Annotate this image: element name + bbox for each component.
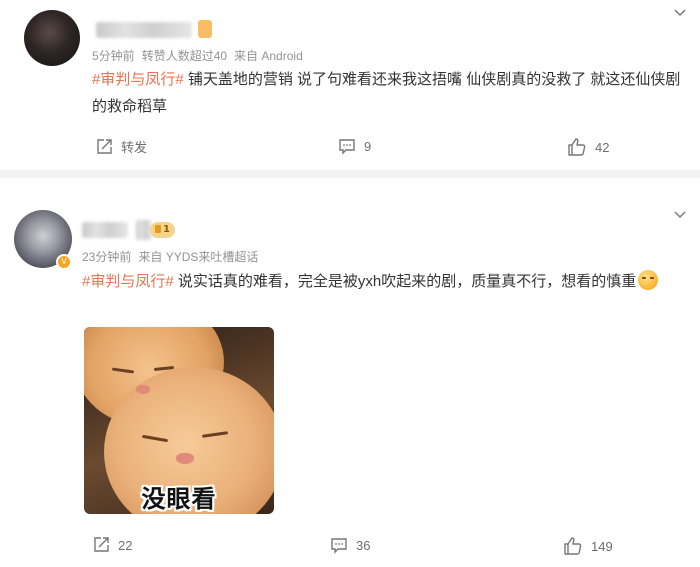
smirk-emoji-icon xyxy=(638,270,659,290)
repost-button[interactable]: 22 xyxy=(92,536,132,554)
cat-nose xyxy=(136,385,150,394)
comment-count: 36 xyxy=(356,537,371,553)
cat-nose xyxy=(176,453,194,464)
post-time: 5分钟前 xyxy=(92,49,135,63)
chevron-down-icon[interactable] xyxy=(673,208,687,222)
like-button[interactable]: 149 xyxy=(563,536,613,556)
post-body: 说实话真的难看，完全是被yxh吹起来的剧，质量真不行，想看的慎重 xyxy=(173,273,637,290)
level-badge: 1 xyxy=(150,222,175,238)
post-text: #审判与凤行# 铺天盖地的营销 说了句难看还来我这捂嘴 仙侠剧真的没救了 就这还… xyxy=(92,66,688,120)
username-blurred[interactable] xyxy=(82,222,128,238)
post-source: 来自 YYDS来吐槽超话 xyxy=(138,250,259,264)
hashtag-link[interactable]: #审判与凤行# xyxy=(92,71,184,88)
post-card: V 1 23分钟前 来自 YYDS来吐槽超话 #审判与凤行# 说实话真的难看，完全… xyxy=(0,178,700,567)
post-time: 23分钟前 xyxy=(82,250,132,264)
post-meta: 23分钟前 来自 YYDS来吐槽超话 xyxy=(82,248,265,265)
repost-stat: 转赞人数超过40 xyxy=(141,49,228,63)
repost-label: 转发 xyxy=(121,140,148,155)
like-count: 149 xyxy=(591,538,613,554)
post-source: 来自 Android xyxy=(234,49,303,63)
meme-caption: 没眼看 xyxy=(141,485,217,513)
username-blurred[interactable] xyxy=(96,22,192,38)
post-divider xyxy=(0,170,700,178)
post-meta: 5分钟前 转赞人数超过40 来自 Android xyxy=(92,47,310,64)
avatar[interactable] xyxy=(24,10,80,66)
repost-icon xyxy=(97,138,112,154)
comment-button[interactable]: 36 xyxy=(330,536,370,554)
verified-badge-icon: V xyxy=(56,254,72,270)
post-text: #审判与凤行# 说实话真的难看，完全是被yxh吹起来的剧，质量真不行，想看的慎重 xyxy=(82,268,694,295)
hashtag-link[interactable]: #审判与凤行# xyxy=(82,273,174,290)
comment-count: 9 xyxy=(364,138,372,154)
comment-button[interactable]: 9 xyxy=(338,137,371,155)
post-image[interactable]: 没眼看 xyxy=(84,327,274,514)
comment-icon xyxy=(331,538,347,554)
post-card: 5分钟前 转赞人数超过40 来自 Android #审判与凤行# 铺天盖地的营销 说… xyxy=(0,0,700,170)
repost-count: 22 xyxy=(118,537,133,553)
repost-button[interactable]: 转发 xyxy=(95,137,147,156)
like-button[interactable]: 42 xyxy=(567,137,609,157)
repost-icon xyxy=(94,537,109,552)
thumbs-up-icon xyxy=(564,537,582,555)
member-badge-icon xyxy=(198,20,212,38)
like-count: 42 xyxy=(595,139,610,155)
comment-icon xyxy=(339,139,355,155)
chevron-down-icon[interactable] xyxy=(673,6,687,20)
thumbs-up-icon xyxy=(568,138,586,156)
